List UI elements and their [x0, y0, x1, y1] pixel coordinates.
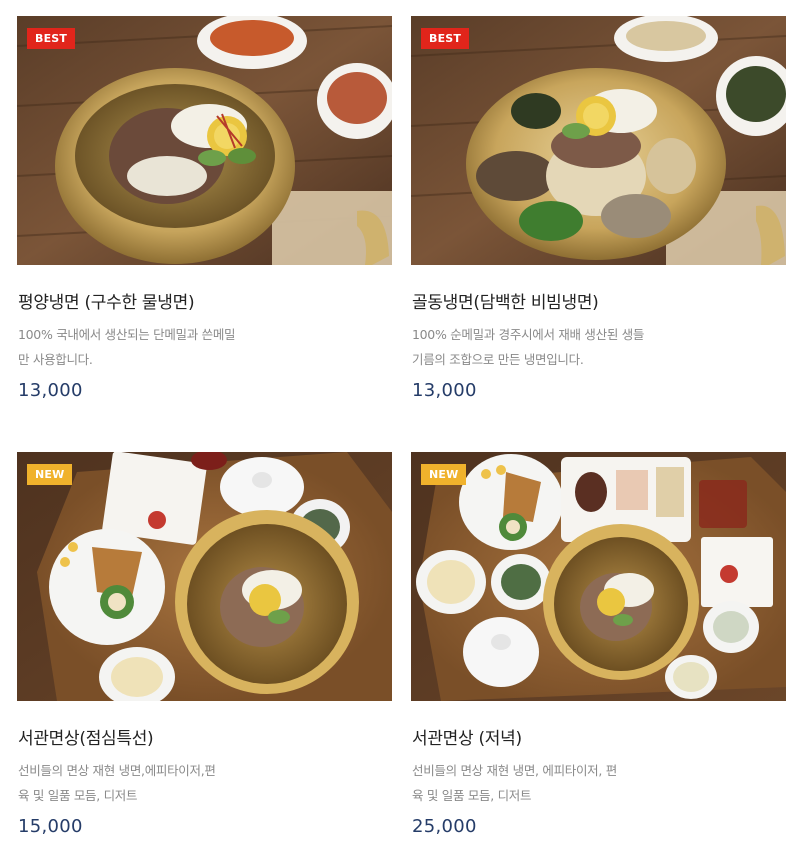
- product-description: 선비들의 면상 재현 냉면,에피타이저,편 육 및 일품 모듬, 디저트: [18, 758, 318, 808]
- product-description-line: 100% 국내에서 생산되는 단메밀과 쓴메밀: [18, 327, 236, 342]
- best-badge: BEST: [421, 28, 470, 49]
- product-card-seogwan-dinner[interactable]: NEW 서관면상 (저녁) 선비들의 면상 재현 냉면, 에피타이저, 편 육 …: [411, 452, 786, 837]
- product-card-seogwan-lunch[interactable]: NEW 서관면상(점심특선) 선비들의 면상 재현 냉면,에피타이저,편 육 및…: [17, 452, 392, 837]
- product-description-line: 기름의 조합으로 만든 냉면입니다.: [412, 352, 584, 367]
- product-title[interactable]: 평양냉면 (구수한 물냉면): [18, 288, 195, 313]
- product-card-goldong-naengmyeon[interactable]: BEST 골동냉면(담백한 비빔냉면) 100% 순메밀과 경주시에서 재배 생…: [411, 16, 786, 401]
- product-description: 선비들의 면상 재현 냉면, 에피타이저, 편 육 및 일품 모듬, 디저트: [412, 758, 712, 808]
- product-title[interactable]: 골동냉면(담백한 비빔냉면): [412, 288, 599, 313]
- product-image[interactable]: NEW: [411, 452, 786, 701]
- new-badge: NEW: [421, 464, 467, 485]
- best-badge: BEST: [27, 28, 76, 49]
- product-description-line: 육 및 일품 모듬, 디저트: [18, 788, 138, 803]
- product-grid: BEST 평양냉면 (구수한 물냉면) 100% 국내에서 생산되는 단메밀과 …: [0, 0, 800, 859]
- product-title[interactable]: 서관면상(점심특선): [18, 724, 154, 749]
- product-price: 13,000: [18, 380, 83, 401]
- product-price: 13,000: [412, 380, 477, 401]
- new-badge: NEW: [27, 464, 73, 485]
- product-title[interactable]: 서관면상 (저녁): [412, 724, 522, 749]
- product-price: 25,000: [412, 816, 477, 837]
- product-description: 100% 순메밀과 경주시에서 재배 생산된 생들 기름의 조합으로 만든 냉면…: [412, 322, 712, 372]
- product-image[interactable]: BEST: [17, 16, 392, 265]
- product-card-pyongyang-naengmyeon[interactable]: BEST 평양냉면 (구수한 물냉면) 100% 국내에서 생산되는 단메밀과 …: [17, 16, 392, 401]
- naengmyeon-bowl-photo: [17, 16, 392, 265]
- bibim-naengmyeon-plate-photo: [411, 16, 786, 265]
- product-price: 15,000: [18, 816, 83, 837]
- product-description-line: 선비들의 면상 재현 냉면, 에피타이저, 편: [412, 763, 617, 778]
- product-image[interactable]: BEST: [411, 16, 786, 265]
- product-description-line: 선비들의 면상 재현 냉면,에피타이저,편: [18, 763, 216, 778]
- product-description-line: 100% 순메밀과 경주시에서 재배 생산된 생들: [412, 327, 645, 342]
- product-description-line: 만 사용합니다.: [18, 352, 93, 367]
- product-description-line: 육 및 일품 모듬, 디저트: [412, 788, 532, 803]
- dinner-set-tray-photo: [411, 452, 786, 701]
- lunch-set-tray-photo: [17, 452, 392, 701]
- product-description: 100% 국내에서 생산되는 단메밀과 쓴메밀 만 사용합니다.: [18, 322, 318, 372]
- product-image[interactable]: NEW: [17, 452, 392, 701]
